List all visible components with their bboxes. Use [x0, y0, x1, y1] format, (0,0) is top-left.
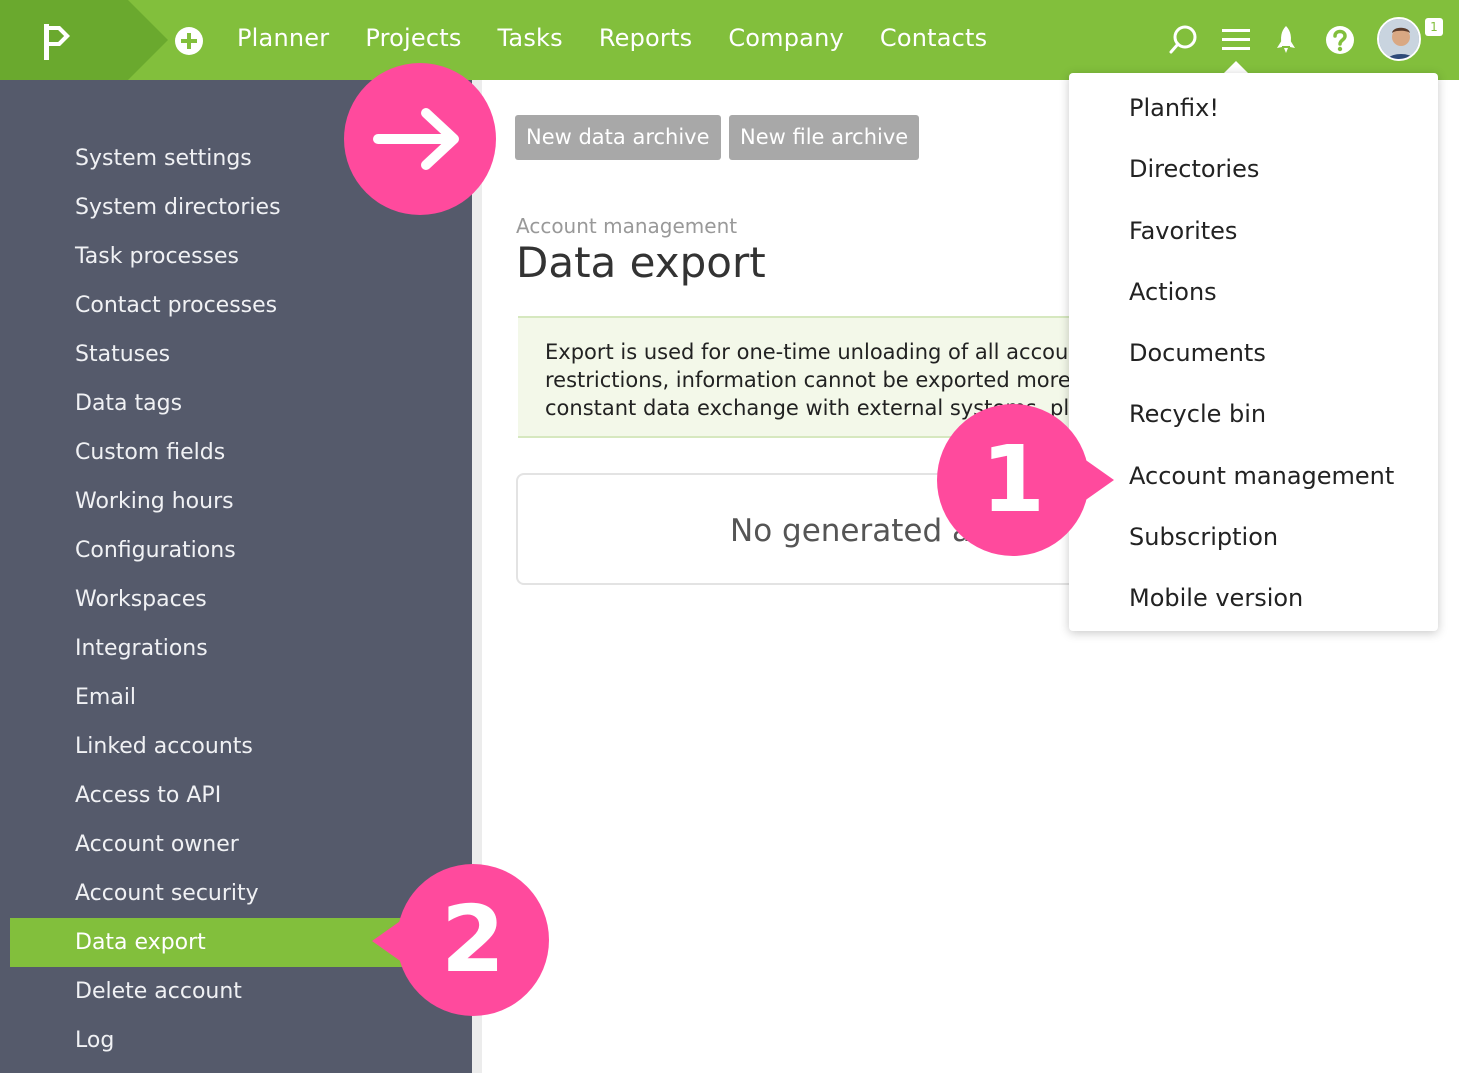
- nav-tasks[interactable]: Tasks: [498, 24, 563, 52]
- menu-item-planfix[interactable]: Planfix!: [1129, 94, 1219, 122]
- nav-contacts[interactable]: Contacts: [880, 24, 987, 52]
- sidebar-item-configurations[interactable]: Configurations: [10, 526, 472, 575]
- menu-item-subscription[interactable]: Subscription: [1129, 523, 1278, 551]
- info-line: Export is used for one-time unloading of…: [545, 340, 1069, 364]
- search-icon[interactable]: [1165, 22, 1201, 58]
- nav-planner[interactable]: Planner: [237, 24, 329, 52]
- avatar[interactable]: [1377, 17, 1421, 61]
- arrow-right-icon: [373, 108, 459, 170]
- menu-item-directories[interactable]: Directories: [1129, 155, 1259, 183]
- menu-item-account-management[interactable]: Account management: [1129, 462, 1394, 490]
- nav-projects[interactable]: Projects: [365, 24, 461, 52]
- breadcrumb[interactable]: Account management: [516, 214, 737, 238]
- sidebar-item-email[interactable]: Email: [10, 673, 472, 722]
- rocket-icon[interactable]: [1268, 22, 1304, 58]
- sidebar-item-log[interactable]: Log: [10, 1016, 472, 1065]
- sidebar-item-workspaces[interactable]: Workspaces: [10, 575, 472, 624]
- page-title: Data export: [516, 238, 766, 287]
- sidebar-item-task-processes[interactable]: Task processes: [10, 232, 472, 281]
- sidebar-item-account-owner[interactable]: Account owner: [10, 820, 472, 869]
- step-2-callout: 2: [397, 864, 549, 1016]
- nav-company[interactable]: Company: [728, 24, 844, 52]
- sidebar-item-linked-accounts[interactable]: Linked accounts: [10, 722, 472, 771]
- arrow-callout: [344, 63, 496, 215]
- menu-item-actions[interactable]: Actions: [1129, 278, 1217, 306]
- step-1-number: 1: [980, 426, 1045, 533]
- info-line: restrictions, information cannot be expo…: [545, 368, 1071, 392]
- sidebar-item-integrations[interactable]: Integrations: [10, 624, 472, 673]
- sidebar-item-statuses[interactable]: Statuses: [10, 330, 472, 379]
- nav-reports[interactable]: Reports: [599, 24, 692, 52]
- step-1-callout: 1: [937, 404, 1089, 556]
- logo-arrow: [128, 0, 168, 80]
- main-nav: Planner Projects Tasks Reports Company C…: [237, 24, 987, 52]
- dropdown-caret: [1224, 61, 1248, 73]
- sidebar-item-custom-fields[interactable]: Custom fields: [10, 428, 472, 477]
- sidebar-item-working-hours[interactable]: Working hours: [10, 477, 472, 526]
- menu-item-mobile-version[interactable]: Mobile version: [1129, 584, 1303, 612]
- main-menu-dropdown: Planfix! Directories Favorites Actions D…: [1069, 73, 1438, 631]
- menu-item-recycle-bin[interactable]: Recycle bin: [1129, 400, 1266, 428]
- plus-circle-icon[interactable]: [174, 26, 204, 56]
- sidebar-item-data-tags[interactable]: Data tags: [10, 379, 472, 428]
- empty-state-text: No generated ar: [730, 513, 984, 549]
- menu-item-favorites[interactable]: Favorites: [1129, 217, 1237, 245]
- notification-badge[interactable]: 1: [1425, 18, 1443, 36]
- help-icon[interactable]: [1322, 22, 1358, 58]
- new-data-archive-button[interactable]: New data archive: [515, 115, 721, 160]
- user-photo-icon: [1379, 19, 1419, 59]
- step-2-number: 2: [440, 886, 505, 993]
- sidebar-item-contact-processes[interactable]: Contact processes: [10, 281, 472, 330]
- menu-icon[interactable]: [1218, 22, 1254, 58]
- menu-item-documents[interactable]: Documents: [1129, 339, 1266, 367]
- new-file-archive-button[interactable]: New file archive: [729, 115, 920, 160]
- sidebar-item-delete-account[interactable]: Delete account: [10, 967, 472, 1016]
- sidebar-item-access-to-api[interactable]: Access to API: [10, 771, 472, 820]
- flag-icon[interactable]: [40, 22, 80, 62]
